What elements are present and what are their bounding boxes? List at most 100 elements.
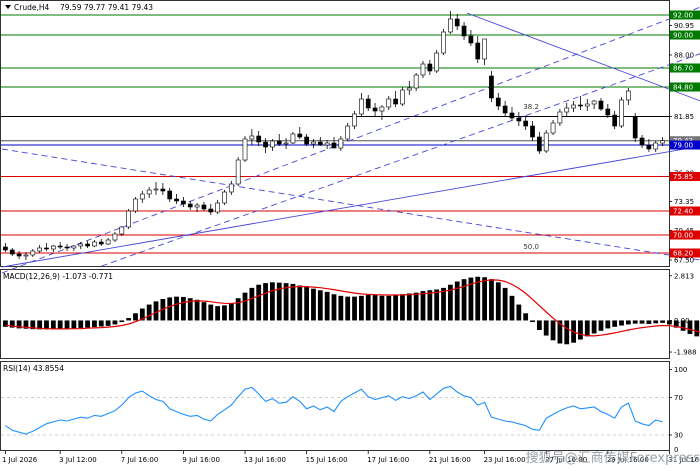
- candle: [235, 157, 241, 186]
- candle-body: [420, 63, 426, 76]
- candle: [434, 50, 440, 73]
- price-tick-label: 79.00: [673, 142, 693, 150]
- candle-body: [98, 241, 104, 245]
- candle-body: [448, 18, 453, 33]
- candle-body: [591, 100, 597, 105]
- candle-body: [23, 254, 29, 257]
- price-tick-label: 92.00: [673, 12, 693, 20]
- candle-body: [509, 112, 515, 119]
- candle-body: [242, 138, 248, 161]
- candle-body: [386, 98, 392, 108]
- candle-body: [571, 104, 576, 109]
- macd-bar: [105, 320, 111, 326]
- candle-body: [598, 100, 604, 110]
- macd-bar: [50, 320, 56, 330]
- macd-bar: [215, 306, 221, 321]
- candle-body: [345, 125, 351, 140]
- rsi-tick-label: 100: [674, 366, 687, 374]
- macd-bar: [646, 320, 652, 324]
- macd-tick-label: 2.813: [674, 272, 694, 280]
- candle-body: [9, 249, 15, 255]
- candle-body: [331, 142, 337, 149]
- macd-bar: [393, 295, 399, 321]
- macd-bar: [413, 292, 419, 321]
- candle: [619, 97, 624, 128]
- macd-bar: [639, 320, 645, 324]
- macd-bar: [119, 320, 125, 323]
- macd-bar: [578, 320, 583, 340]
- macd-bar: [358, 295, 364, 321]
- fib-label: 50.0: [523, 243, 539, 251]
- candle-body: [105, 239, 111, 245]
- candle-body: [482, 38, 487, 60]
- macd-bar: [133, 313, 138, 321]
- candle: [400, 87, 405, 106]
- macd-bar: [482, 277, 487, 321]
- candle-body: [502, 105, 508, 114]
- candle-body: [85, 243, 90, 247]
- candle-body: [256, 135, 262, 143]
- candle-body: [489, 75, 494, 99]
- candle-body: [160, 188, 166, 192]
- candle-body: [400, 89, 405, 105]
- candle-body: [523, 120, 529, 127]
- macd-bar: [660, 320, 665, 323]
- candle-body: [317, 141, 323, 146]
- macd-bar: [228, 302, 234, 321]
- price-tick-label: 90.00: [673, 32, 693, 40]
- candle-body: [653, 142, 659, 150]
- price-tick-label: 73.35: [674, 198, 694, 206]
- macd-bar: [584, 320, 590, 337]
- macd-bar: [605, 320, 611, 329]
- price-tick-label: 70.00: [673, 232, 693, 240]
- candle-body: [270, 140, 275, 148]
- macd-bar: [625, 320, 631, 325]
- price-tick-label: 90.95: [674, 22, 694, 30]
- macd-bar: [400, 294, 405, 321]
- macd-bar: [201, 302, 207, 321]
- price-tick-label: 81.85: [674, 113, 694, 121]
- macd-bar: [92, 320, 97, 328]
- macd-bar: [564, 320, 570, 345]
- candle-body: [181, 200, 186, 205]
- macd-bar: [427, 290, 433, 321]
- candle-body: [550, 122, 556, 134]
- candle-body: [201, 204, 207, 210]
- macd-bar: [317, 290, 323, 321]
- rsi-tick-label: 70: [674, 394, 683, 402]
- time-tick-label: 7 Jul 16:00: [121, 456, 159, 464]
- time-tick-label: 21 Jul 16:00: [429, 456, 471, 464]
- macd-tick-label: 0.00: [674, 317, 690, 325]
- macd-bar: [420, 291, 426, 321]
- macd-bar: [222, 305, 227, 321]
- candle-body: [352, 113, 357, 127]
- candle-body: [64, 246, 70, 249]
- candle-body: [646, 144, 652, 150]
- macd-bar: [475, 276, 481, 321]
- candle: [222, 190, 227, 205]
- macd-bar: [441, 287, 446, 321]
- price-tick-label: 75.85: [673, 173, 693, 181]
- macd-bar: [263, 283, 268, 321]
- watermark-text: 搜狐号@汇商传媒Forexpress: [526, 451, 700, 466]
- macd-bar: [153, 301, 159, 321]
- candle-body: [57, 245, 63, 248]
- candle-body: [625, 90, 631, 101]
- candle: [290, 132, 296, 144]
- chart-window: 38.2 50.0 92.00 90.95 90.00 88.00 86.70 84.80 8…: [0, 0, 700, 467]
- macd-bar: [495, 282, 501, 321]
- time-tick-label: 17 Jul 16:00: [367, 456, 409, 464]
- candle-body: [379, 106, 385, 112]
- candle-body: [543, 132, 549, 152]
- macd-bar: [434, 289, 440, 321]
- price-tick-label: 84.80: [673, 84, 693, 92]
- candle-body: [30, 250, 36, 256]
- candle: [543, 130, 549, 153]
- candle-body: [283, 142, 289, 145]
- candle-body: [639, 137, 645, 146]
- candle-body: [174, 198, 179, 202]
- candle-body: [605, 108, 611, 116]
- candle-body: [153, 188, 159, 191]
- candle-body: [632, 116, 638, 139]
- candle-body: [276, 140, 282, 145]
